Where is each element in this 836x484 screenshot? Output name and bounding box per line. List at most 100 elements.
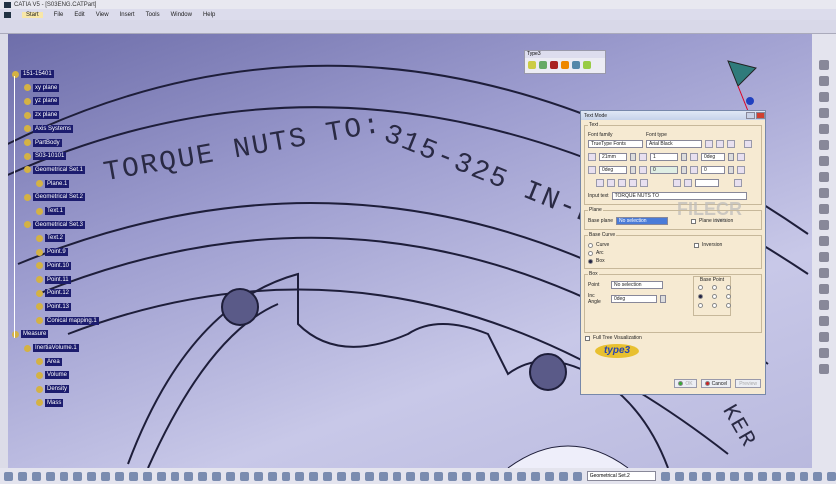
tool-icon[interactable]	[702, 471, 712, 481]
tool-icon[interactable]	[819, 92, 829, 102]
tool-icon[interactable]	[420, 471, 430, 481]
subscript-icon[interactable]	[607, 179, 615, 187]
slant-input[interactable]: 0deg	[701, 153, 725, 161]
tree-node[interactable]: Point.13	[36, 302, 72, 311]
box-radio[interactable]	[588, 258, 593, 264]
tool-icon[interactable]	[819, 172, 829, 182]
full-tree-checkbox[interactable]	[585, 335, 590, 341]
frame-input[interactable]	[695, 179, 719, 187]
tool-icon[interactable]	[281, 471, 291, 481]
tool-icon[interactable]	[813, 471, 823, 481]
tool-icon[interactable]	[730, 471, 740, 481]
tool-icon[interactable]	[323, 471, 332, 481]
tool-icon[interactable]	[87, 471, 97, 481]
tool-icon[interactable]	[819, 268, 829, 278]
tree-node[interactable]: Point.9	[36, 248, 68, 257]
menu-window[interactable]: Window	[171, 12, 192, 18]
tool-icon[interactable]	[799, 471, 809, 481]
frame-icon[interactable]	[673, 179, 681, 187]
symbol-icon[interactable]	[734, 179, 742, 187]
curve-radio[interactable]	[588, 242, 593, 248]
tree-node[interactable]: Mass	[36, 398, 64, 407]
base-point-radio[interactable]	[712, 285, 717, 290]
tool-icon[interactable]	[461, 471, 471, 481]
ratio-input[interactable]: 1	[650, 153, 678, 161]
tool-icon[interactable]	[550, 61, 558, 69]
tool-icon[interactable]	[198, 471, 208, 481]
spacing-input[interactable]: 0	[650, 166, 678, 174]
tree-node[interactable]: Axis Systems	[24, 124, 74, 133]
close-button[interactable]	[756, 112, 765, 119]
tool-icon[interactable]	[744, 471, 753, 481]
slant-spinner[interactable]	[728, 153, 734, 161]
tool-icon[interactable]	[819, 252, 829, 262]
tool-icon[interactable]	[489, 471, 499, 481]
tool-icon[interactable]	[73, 471, 83, 481]
tool-icon[interactable]	[239, 471, 249, 481]
menu-edit[interactable]: Edit	[74, 12, 84, 18]
tree-node[interactable]: Geometrical Set.1	[24, 165, 86, 174]
tree-node[interactable]: Text.2	[36, 234, 66, 243]
tool-icon[interactable]	[128, 471, 138, 481]
tool-icon[interactable]	[819, 284, 829, 294]
tool-icon[interactable]	[819, 156, 829, 166]
tool-icon[interactable]	[475, 471, 485, 481]
tool-icon[interactable]	[819, 188, 829, 198]
tree-node[interactable]: Point.11	[36, 275, 71, 284]
tree-node[interactable]: Volume	[36, 371, 70, 380]
tool-icon[interactable]	[142, 471, 152, 481]
base-point-radio[interactable]	[698, 303, 703, 308]
tree-node[interactable]: Point.10	[36, 261, 72, 270]
tool-icon[interactable]	[688, 471, 698, 481]
tree-node[interactable]: Conical mapping.1	[36, 316, 99, 325]
rotation-spinner[interactable]	[630, 166, 636, 174]
tree-node[interactable]: zx plane	[24, 111, 60, 120]
tool-icon[interactable]	[45, 471, 55, 481]
base-point-radio[interactable]	[712, 294, 717, 299]
tool-icon[interactable]	[309, 471, 319, 481]
tool-icon[interactable]	[771, 471, 781, 481]
tool-icon-3[interactable]	[572, 61, 580, 69]
font-family-select[interactable]: TrueType Fonts	[588, 140, 643, 148]
tool-icon[interactable]	[819, 364, 829, 374]
menu-insert[interactable]: Insert	[120, 12, 135, 18]
tool-icon[interactable]	[819, 140, 829, 150]
base-point-radio[interactable]	[698, 285, 703, 290]
tool-icon[interactable]	[378, 471, 388, 481]
help-button[interactable]	[746, 112, 755, 119]
cancel-button[interactable]: Cancel	[700, 379, 732, 388]
tool-icon[interactable]	[819, 60, 829, 70]
font-type-select[interactable]: Arial Black	[646, 140, 702, 148]
tree-node[interactable]: InertiaVolume.1	[24, 344, 79, 352]
tool-icon[interactable]	[101, 471, 110, 481]
tool-icon[interactable]	[819, 76, 829, 86]
color-icon[interactable]	[744, 140, 752, 148]
tool-icon-2[interactable]	[561, 61, 569, 69]
tool-icon[interactable]	[4, 471, 13, 481]
menu-start[interactable]: Start	[22, 11, 43, 18]
tree-node[interactable]: Geometrical Set.3	[24, 220, 86, 229]
base-point-radio[interactable]	[726, 294, 731, 299]
tool-icon[interactable]	[531, 471, 541, 481]
menu-view[interactable]: View	[96, 12, 109, 18]
tool-icon[interactable]	[674, 471, 684, 481]
text-icon[interactable]	[528, 61, 536, 69]
align-right-icon[interactable]	[727, 140, 735, 148]
line-input[interactable]: 0	[701, 166, 725, 174]
tool-icon[interactable]	[115, 471, 124, 481]
tool-icon[interactable]	[31, 471, 41, 481]
tool-icon[interactable]	[819, 316, 829, 326]
tree-node[interactable]: PartBody	[24, 138, 62, 147]
superscript-icon[interactable]	[596, 179, 604, 187]
tree-node[interactable]: Area	[36, 357, 62, 366]
tool-icon[interactable]	[156, 471, 166, 481]
tool-icon[interactable]	[295, 471, 305, 481]
italic-icon[interactable]	[629, 179, 637, 187]
tool-icon[interactable]	[819, 332, 829, 342]
point-field[interactable]: No selection	[611, 281, 663, 289]
tool-icon[interactable]	[819, 108, 829, 118]
height-spinner[interactable]	[630, 153, 636, 161]
inversion-checkbox[interactable]	[694, 242, 699, 248]
text-icon-2[interactable]	[539, 61, 547, 69]
tool-icon[interactable]	[226, 471, 235, 481]
